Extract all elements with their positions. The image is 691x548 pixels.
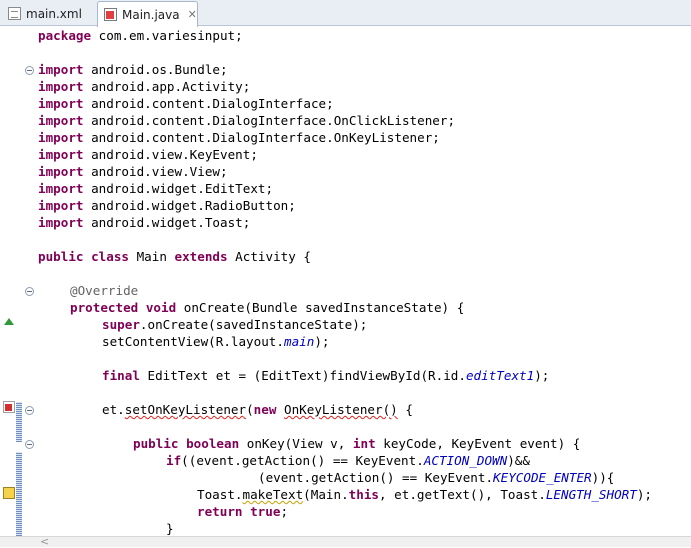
code-line: import android.widget.EditText; [38, 181, 274, 196]
xml-file-icon [8, 7, 21, 20]
warning-marker-icon[interactable] [3, 487, 15, 499]
tab-main-xml[interactable]: main.xml [4, 1, 90, 26]
java-file-icon [104, 8, 117, 21]
code-line: super.onCreate(savedInstanceState); [102, 317, 368, 332]
code-line: import android.content.DialogInterface.O… [38, 113, 456, 128]
code-line: return true; [197, 504, 289, 519]
code-line: public class Main extends Activity { [38, 249, 311, 264]
code-line: package com.em.variesinput; [38, 28, 243, 43]
code-line: import android.content.DialogInterface.O… [38, 130, 440, 145]
code-line: import android.os.Bundle; [38, 62, 228, 77]
code-line: } [166, 521, 174, 536]
folding-ruler [22, 26, 38, 536]
code-line: et.setOnKeyListener(new OnKeyListener() … [102, 402, 413, 417]
code-line: import android.widget.Toast; [38, 215, 251, 230]
error-marker-icon[interactable] [3, 401, 15, 413]
fold-toggle-icon[interactable] [25, 440, 34, 449]
code-line: protected void onCreate(Bundle savedInst… [70, 300, 465, 315]
code-line: import android.view.View; [38, 164, 228, 179]
override-indicator-icon[interactable] [4, 318, 14, 325]
fold-toggle-icon[interactable] [25, 66, 34, 75]
fold-toggle-icon[interactable] [25, 406, 34, 415]
code-line: if((event.getAction() == KeyEvent.ACTION… [166, 453, 530, 468]
code-line: (event.getAction() == KeyEvent.KEYCODE_E… [258, 470, 615, 485]
code-line: public boolean onKey(View v, int keyCode… [133, 436, 581, 451]
tab-main-java[interactable]: Main.java ✕ [97, 1, 198, 27]
scroll-left-arrow-icon[interactable]: < [40, 535, 49, 548]
annotation-gutter [0, 26, 22, 536]
code-line: @Override [70, 283, 139, 298]
code-line: final EditText et = (EditText)findViewBy… [102, 368, 550, 383]
editor-tab-bar: main.xml Main.java ✕ [0, 0, 691, 27]
fold-toggle-icon[interactable] [25, 287, 34, 296]
code-line: import android.content.DialogInterface; [38, 96, 334, 111]
code-line: import android.widget.RadioButton; [38, 198, 296, 213]
code-editor[interactable]: package com.em.variesinput; import andro… [38, 26, 691, 536]
close-icon[interactable]: ✕ [188, 8, 197, 21]
code-line: setContentView(R.layout.main); [102, 334, 330, 349]
code-line: Toast.makeText(Main.this, et.getText(), … [197, 487, 652, 502]
tab-label: Main.java [122, 7, 180, 22]
tab-label: main.xml [26, 6, 82, 21]
code-line: import android.app.Activity; [38, 79, 251, 94]
code-line: import android.view.KeyEvent; [38, 147, 258, 162]
horizontal-scrollbar[interactable]: < [0, 535, 691, 548]
